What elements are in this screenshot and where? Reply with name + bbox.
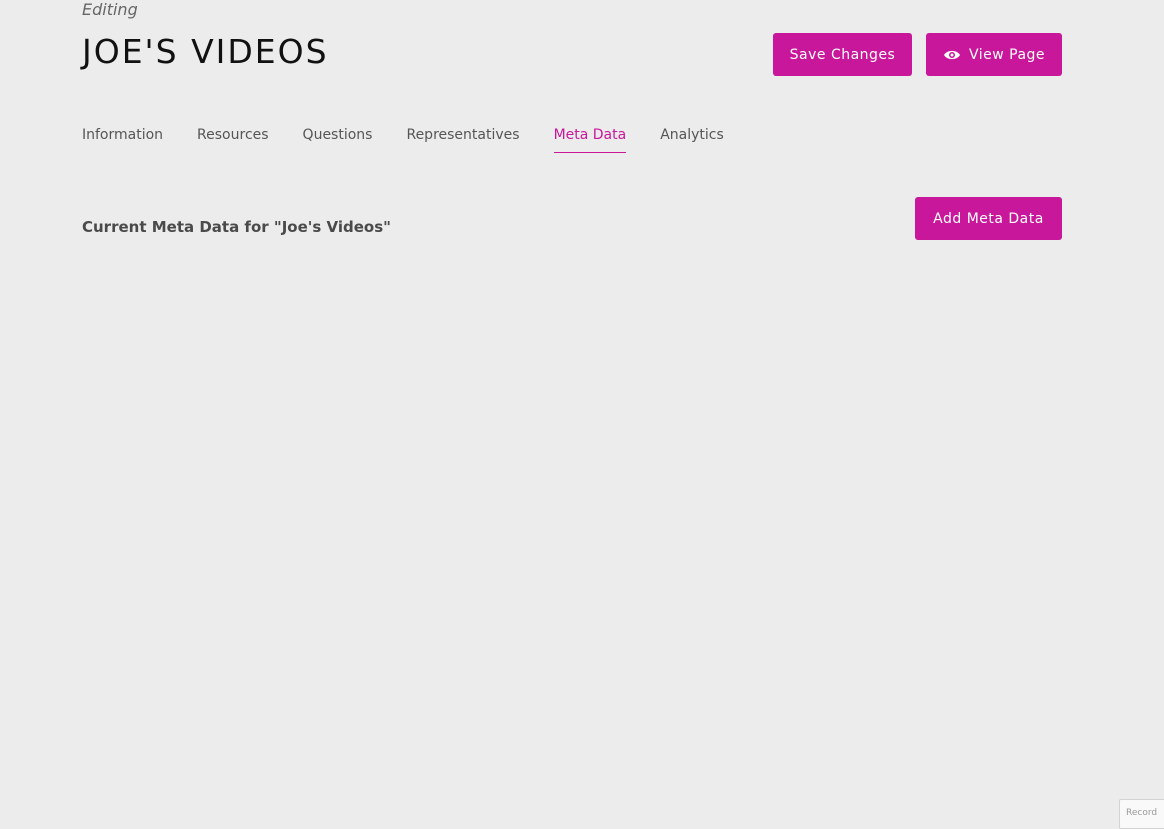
eye-icon — [943, 49, 961, 61]
save-changes-button[interactable]: Save Changes — [773, 33, 912, 76]
add-meta-data-label: Add Meta Data — [933, 210, 1044, 227]
tab-analytics[interactable]: Analytics — [660, 126, 724, 153]
tab-representatives[interactable]: Representatives — [406, 126, 519, 153]
tab-resources[interactable]: Resources — [197, 126, 269, 153]
add-meta-data-button[interactable]: Add Meta Data — [915, 197, 1062, 240]
page-title: JOE'S VIDEOS — [82, 32, 329, 71]
view-page-button[interactable]: View Page — [926, 33, 1062, 76]
recaptcha-label: Record — [1126, 808, 1158, 818]
tab-bar: Information Resources Questions Represen… — [82, 126, 758, 153]
meta-data-heading: Current Meta Data for "Joe's Videos" — [82, 218, 391, 236]
save-changes-label: Save Changes — [789, 46, 896, 63]
view-page-label: View Page — [968, 46, 1046, 63]
tab-meta-data[interactable]: Meta Data — [553, 126, 627, 153]
tab-questions[interactable]: Questions — [303, 126, 373, 153]
recaptcha-badge[interactable]: Record — [1119, 799, 1164, 829]
editing-label: Editing — [82, 0, 138, 19]
tab-information[interactable]: Information — [82, 126, 163, 153]
